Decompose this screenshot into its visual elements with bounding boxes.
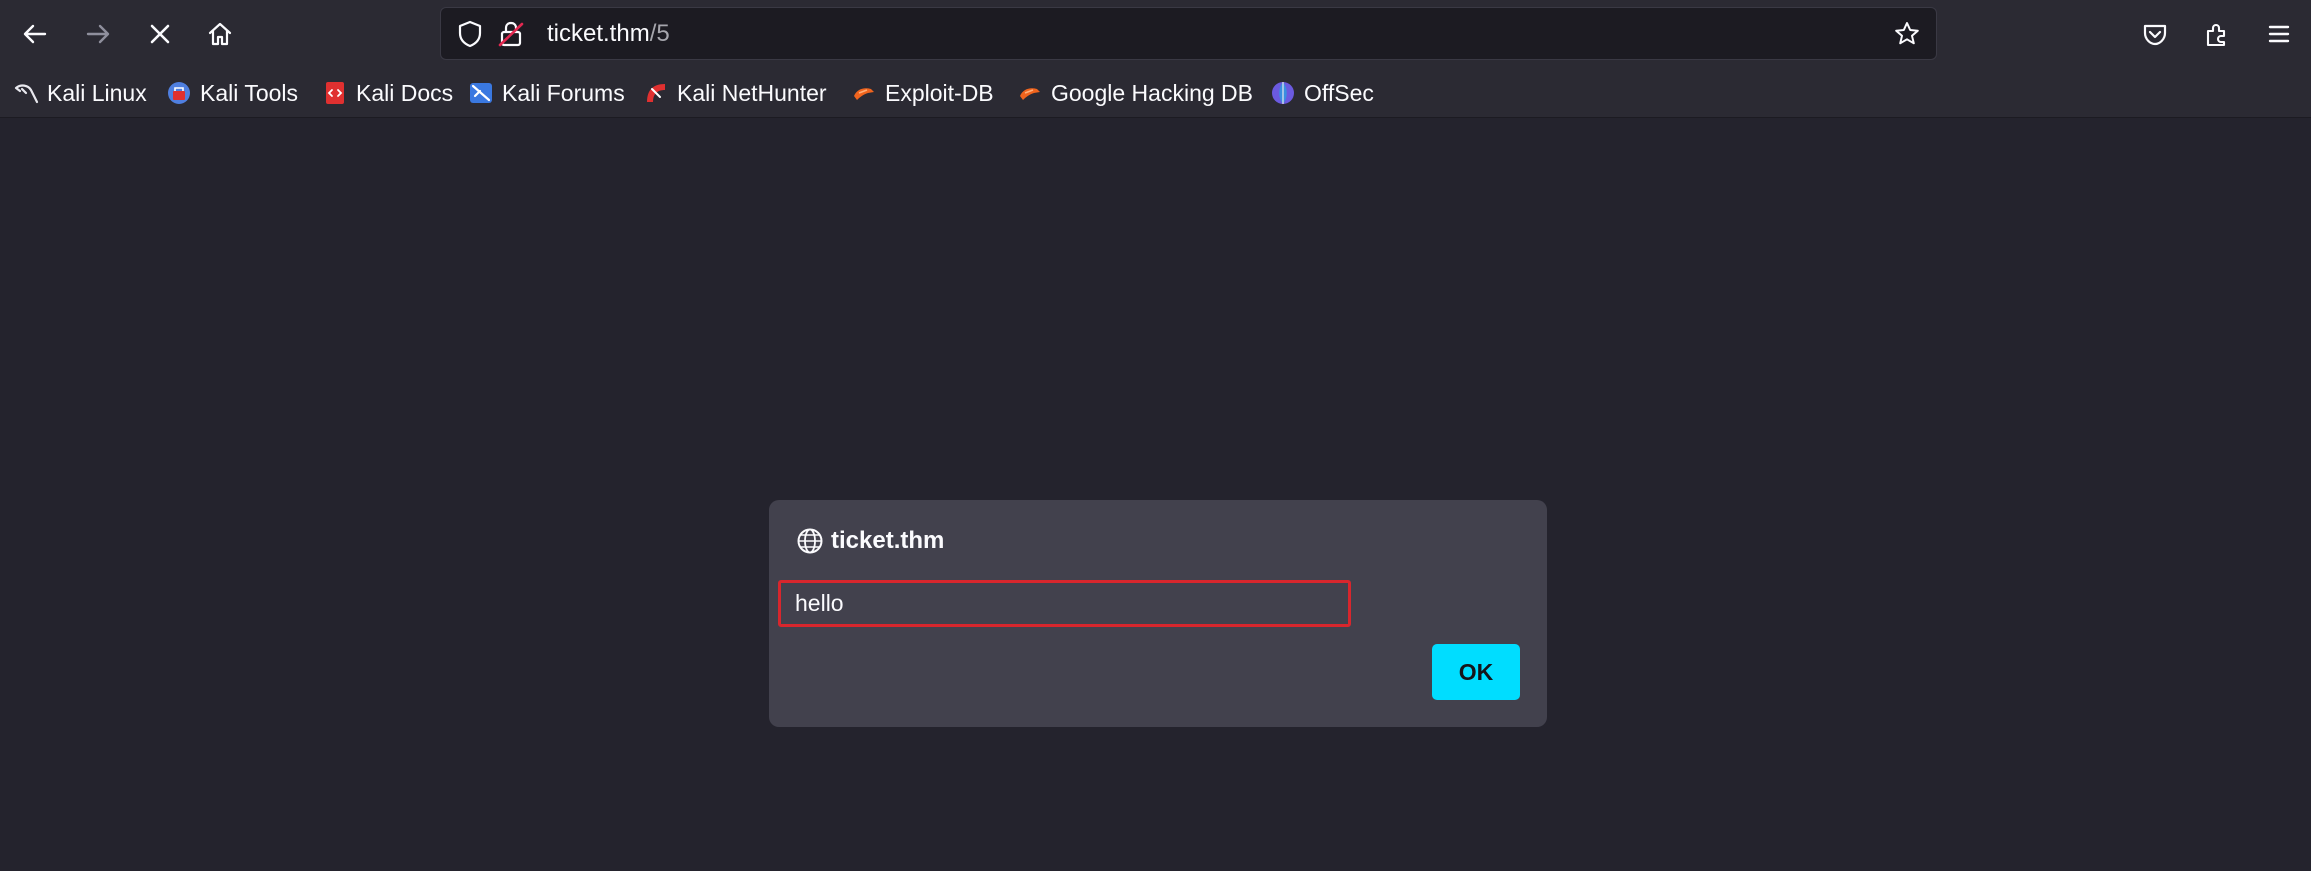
bookmark-label: Kali Tools: [200, 79, 299, 106]
close-icon: [150, 24, 170, 44]
globe-icon: [797, 528, 823, 554]
kali-nethunter-icon: [647, 84, 665, 102]
home-button[interactable]: [196, 10, 244, 58]
arrow-left-icon: [23, 24, 47, 44]
bookmark-star-icon[interactable]: [1892, 19, 1922, 49]
arrow-right-icon: [86, 24, 110, 44]
pocket-button[interactable]: [2135, 14, 2175, 54]
forward-button[interactable]: [74, 10, 122, 58]
bookmark-exploit-db[interactable]: Exploit-DB: [851, 77, 994, 109]
bookmark-label: Kali NetHunter: [677, 79, 827, 106]
google-hacking-db-icon: [1020, 88, 1040, 100]
bookmark-label: Kali Docs: [356, 79, 454, 106]
bookmark-label: Google Hacking DB: [1051, 79, 1253, 106]
address-bar[interactable]: ticket.thm/5: [440, 7, 1937, 60]
home-icon: [208, 22, 232, 46]
prompt-dialog: ticket.thm OK: [769, 500, 1547, 727]
hamburger-menu-icon: [2268, 25, 2290, 43]
bookmark-kali-nethunter[interactable]: Kali NetHunter: [643, 77, 827, 109]
bookmark-kali-forums[interactable]: Kali Forums: [468, 77, 625, 109]
prompt-input[interactable]: [778, 580, 1351, 627]
bookmark-kali-docs[interactable]: Kali Docs: [322, 77, 453, 109]
bookmark-label: Exploit-DB: [885, 79, 994, 106]
browser-toolbar: ticket.thm/5: [0, 0, 2311, 67]
exploit-db-icon: [854, 88, 874, 100]
puzzle-icon: [2206, 24, 2226, 47]
back-button[interactable]: [11, 10, 59, 58]
url-text[interactable]: ticket.thm/5: [547, 19, 670, 49]
dialog-title: ticket.thm: [831, 527, 945, 554]
kali-docs-icon: [326, 82, 344, 104]
stop-loading-button[interactable]: [136, 10, 184, 58]
bookmark-label: Kali Forums: [502, 79, 625, 106]
bookmark-kali-tools[interactable]: Kali Tools: [166, 77, 298, 109]
insecure-lock-icon[interactable]: [496, 19, 526, 49]
ok-button[interactable]: OK: [1432, 644, 1520, 700]
kali-tools-icon: [168, 82, 190, 104]
bookmark-label: OffSec: [1304, 79, 1374, 106]
kali-forums-icon: [470, 83, 492, 103]
offsec-icon: [1272, 82, 1294, 104]
bookmark-google-hacking-db[interactable]: Google Hacking DB: [1017, 77, 1253, 109]
kali-linux-icon: [14, 84, 39, 104]
url-path: /5: [649, 20, 670, 47]
bookmark-offsec[interactable]: OffSec: [1270, 77, 1374, 109]
pocket-icon: [2143, 24, 2167, 46]
url-host: ticket.thm: [547, 20, 650, 47]
tracking-protection-shield-icon[interactable]: [455, 19, 485, 49]
bookmark-label: Kali Linux: [47, 79, 147, 106]
bookmarks-toolbar: Kali Linux Kali Tools Kali Docs Kali For…: [0, 67, 2311, 118]
bookmark-kali-linux[interactable]: Kali Linux: [13, 77, 147, 109]
extensions-button[interactable]: [2197, 14, 2237, 54]
app-menu-button[interactable]: [2259, 14, 2299, 54]
